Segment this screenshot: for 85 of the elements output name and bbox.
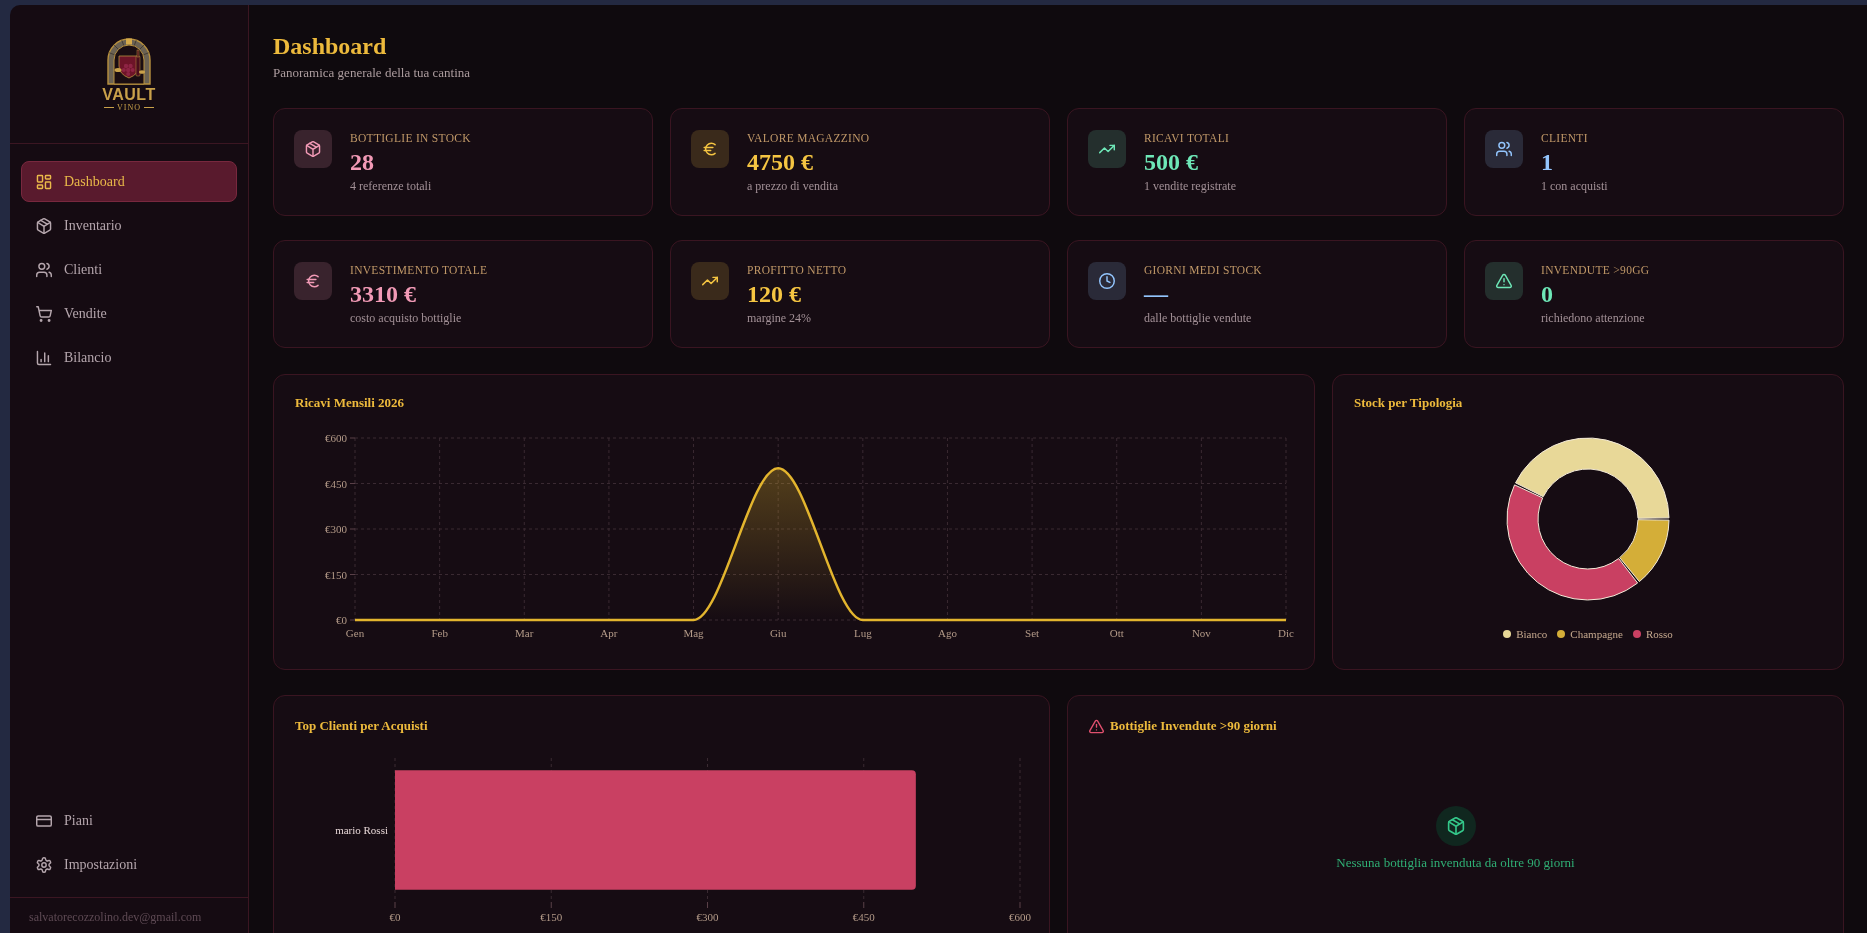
nav-item[interactable]: Vendite [21,293,237,334]
logo-subtitle: VINO [104,102,154,112]
y-axis-label: €150 [325,568,347,581]
credit-card-icon [36,812,52,829]
nav-item[interactable]: Bilancio [21,337,237,378]
stat-label: CLIENTI [1541,131,1588,146]
x-axis-label: Ago [938,627,957,639]
stat-note: richiedono attenzione [1541,310,1645,326]
users-icon [36,261,52,278]
nav-item[interactable]: Piani [21,800,237,841]
nav-item[interactable]: Dashboard [21,161,237,202]
nav-item[interactable]: Impostazioni [21,844,237,885]
stat-note: 4 referenze totali [350,178,432,194]
x-axis-label: Ott [1109,627,1124,639]
user-email: salvatorecozzolino.dev@gmail.com [28,909,203,926]
x-axis-label: €600 [1009,911,1031,923]
dashboard-icon [36,173,52,190]
x-axis-label: €300 [696,911,719,923]
trending-up-icon [1088,130,1126,168]
stat-note: 1 con acquisti [1541,178,1608,194]
x-axis-label: Dic [1278,627,1294,639]
users-icon [1485,130,1523,168]
card-title: Ricavi Mensili 2026 [295,394,406,412]
trending-up-icon [691,262,729,300]
nav-item[interactable]: Inventario [21,205,237,246]
bar-chart-icon [36,349,52,366]
package-icon [1435,806,1476,846]
euro-icon [691,130,729,168]
stat-value: 28 [350,148,374,176]
page-subtitle: Panoramica generale della tua cantina [273,64,472,82]
stat-label: VALORE MAGAZZINO [747,131,870,146]
package-icon [36,217,52,234]
empty-message: Nessuna bottiglia invenduta da oltre 90 giorni [1336,854,1575,872]
stat-note: margine 24% [747,310,812,326]
euro-icon [294,262,332,300]
legend-label: Champagne [1570,627,1623,642]
y-axis-label: €0 [336,614,347,626]
stat-value: 500 € [1144,148,1198,176]
category-label: mario Rossi [335,824,388,836]
legend-label: Rosso [1645,627,1673,642]
x-axis-label: Giu [769,627,787,639]
x-axis-label: Lug [853,627,872,639]
x-axis-label: Mag [683,627,704,639]
legend-label: Bianco [1516,627,1548,642]
card-title: Stock per Tipologia [1354,394,1464,412]
x-axis-label: Apr [600,627,618,639]
page-title: Dashboard [273,32,388,61]
stat-label: GIORNI MEDI STOCK [1144,263,1262,278]
stat-value: 120 € [747,280,801,308]
x-axis-label: Nov [1191,627,1211,639]
card-title: Top Clienti per Acquisti [295,717,429,735]
stat-note: dalle bottiglie vendute [1144,310,1252,326]
clock-icon [1088,262,1126,300]
stat-note: costo acquisto bottiglie [350,310,462,326]
stat-label: INVESTIMENTO TOTALE [350,263,488,278]
x-axis-label: €150 [540,911,563,923]
warning-icon [1089,718,1104,734]
settings-icon [36,856,52,873]
card-title: Bottiglie Invendute >90 giorni [1110,717,1277,735]
package-icon [294,130,332,168]
x-axis-label: Mar [515,627,534,639]
x-axis-label: Set [1025,627,1040,639]
nav-item[interactable]: Clienti [21,249,237,290]
stat-label: PROFITTO NETTO [747,263,847,278]
y-axis-label: €300 [325,523,347,535]
stat-value: 0 [1541,280,1553,308]
arch-emblem-icon [104,36,154,85]
y-axis-label: €600 [325,432,347,444]
x-axis-label: Gen [345,627,365,639]
stat-label: RICAVI TOTALI [1144,131,1230,146]
stat-value: 1 [1541,148,1553,176]
stat-label: BOTTIGLIE IN STOCK [350,131,471,146]
cart-icon [36,305,52,322]
stat-label: INVENDUTE >90GG [1541,263,1650,278]
x-axis-label: €450 [852,911,875,923]
stat-note: a prezzo di vendita [747,178,838,194]
stat-note: 1 vendite registrate [1144,178,1236,194]
y-axis-label: €450 [325,477,347,490]
x-axis-label: Feb [431,627,448,639]
x-axis-label: €0 [389,911,401,923]
stat-value: 3310 € [350,280,416,308]
warning-icon [1485,262,1523,300]
logo-title: VAULT [102,86,156,102]
stat-value: — [1144,280,1168,308]
stat-value: 4750 € [747,148,813,176]
